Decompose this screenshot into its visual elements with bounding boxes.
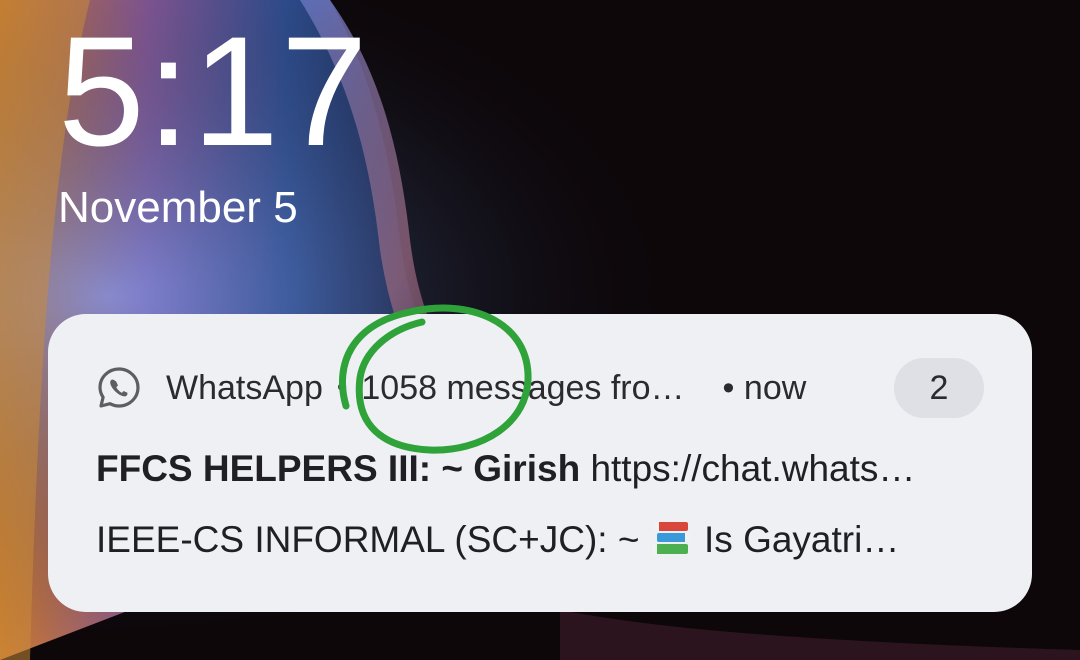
message-group: FFCS HELPERS III:	[96, 448, 432, 489]
whatsapp-icon	[96, 365, 142, 411]
notification-app-name: WhatsApp	[166, 368, 323, 407]
time-label: now	[743, 368, 807, 407]
message-sender: ~	[617, 519, 640, 560]
lockscreen-date: November 5	[58, 183, 298, 232]
message-text: https://chat.whats…	[590, 448, 916, 489]
notification-message[interactable]: FFCS HELPERS III: ~ Girish https://chat.…	[96, 448, 986, 490]
message-text: Is Gayatri…	[704, 519, 900, 560]
notification-header: WhatsApp • 1058 messages fro… • now 2	[96, 358, 984, 418]
time-separator: •	[722, 368, 735, 407]
lockscreen-clock: 5:17	[58, 5, 370, 179]
notification-time: • now	[723, 369, 807, 408]
notification-count-badge[interactable]: 2	[894, 358, 984, 418]
header-separator: •	[336, 371, 348, 404]
message-group: IEEE-CS INFORMAL (SC+JC):	[96, 519, 608, 560]
notification-message[interactable]: IEEE-CS INFORMAL (SC+JC): ~ Is Gayatri…	[96, 518, 986, 567]
message-sender: ~ Girish	[441, 448, 581, 489]
books-icon	[650, 518, 694, 567]
notification-card[interactable]: WhatsApp • 1058 messages fro… • now 2 FF…	[48, 314, 1032, 612]
notification-summary: 1058 messages fro…	[361, 368, 685, 407]
